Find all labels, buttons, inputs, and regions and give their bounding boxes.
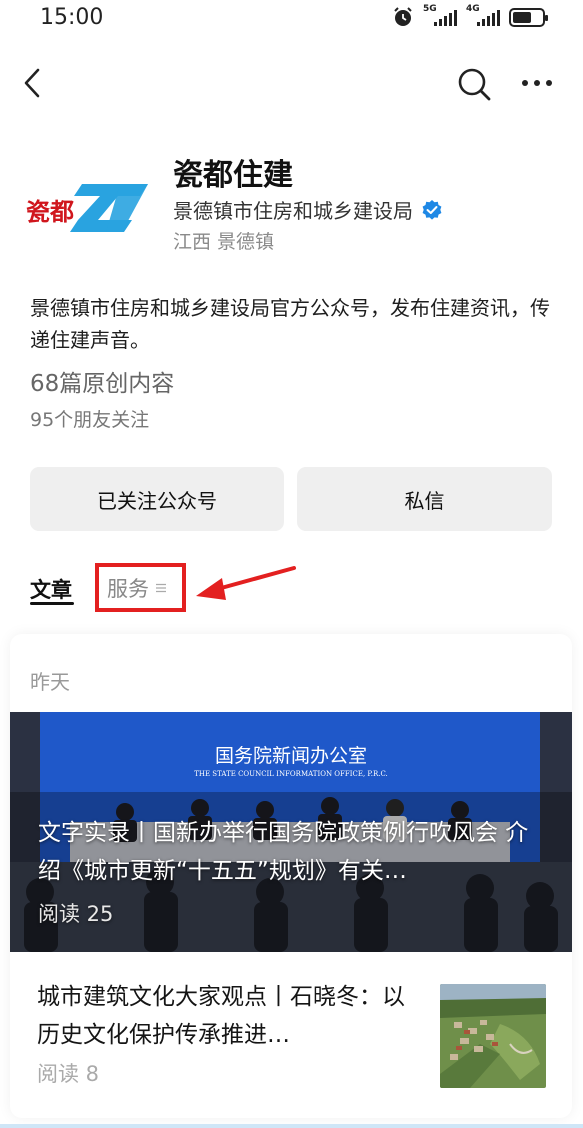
signal-5g-icon: 5G [423,4,457,28]
verified-check-icon [422,199,442,220]
account-description: 景德镇市住房和城乡建设局官方公众号，发布住建资讯，传递住建声音。 [30,296,550,352]
account-organization: 景德镇市住房和城乡建设局 [173,195,443,224]
account-name: 瓷都住建 [173,158,293,193]
status-icons: 5G 4G [392,4,548,28]
search-icon[interactable] [456,66,492,102]
tab-active-indicator [30,602,74,605]
tab-services-label: 服务 [107,576,149,601]
article-feed: 昨天 国务院新闻办公室 THE STATE COUNCIL INFORMATIO… [10,634,572,1118]
more-dots-icon[interactable] [520,68,554,98]
battery-level [513,11,532,23]
menu-lines-icon [156,583,166,592]
chevron-left-icon[interactable] [18,66,48,100]
account-logo: 瓷都 [26,184,148,232]
follow-button[interactable]: 已关注公众号 [30,467,284,531]
original-count[interactable]: 68篇原创内容 [30,364,174,398]
article-title: 文字实录丨国新办举行国务院政策例行吹风会 介绍《城市更新“十五五”规划》有关… [38,820,529,884]
message-button[interactable]: 私信 [297,467,552,531]
bottom-edge [0,1124,583,1128]
signal-4g-icon: 4G [466,4,500,28]
date-label: 昨天 [30,670,70,694]
article-card-featured[interactable]: 国务院新闻办公室 THE STATE COUNCIL INFORMATION O… [10,712,572,952]
article-read-count: 阅读 25 [38,902,114,926]
status-time: 15:00 [40,5,104,30]
article-thumbnail[interactable] [440,984,546,1088]
alarm-icon [394,7,412,26]
account-location: 江西 景德镇 [173,231,275,253]
tab-services[interactable]: 服务 [95,563,186,612]
organization-name: 景德镇市住房和城乡建设局 [173,199,413,223]
cover-banner-cn: 国务院新闻办公室 [215,745,367,767]
article-read-count: 阅读 8 [37,1062,100,1086]
logo-text: 瓷都 [26,197,74,226]
tab-articles[interactable]: 文章 [30,574,72,604]
top-nav-bar [0,50,583,116]
annotation-arrow-icon [196,566,296,600]
article-title[interactable]: 城市建筑文化大家观点丨石晓冬：以历史文化保护传承推进… [37,978,417,1054]
status-bar: 15:00 5G 4G [0,0,583,38]
cover-banner-en: THE STATE COUNCIL INFORMATION OFFICE, P.… [194,770,388,778]
friends-following[interactable]: 95个朋友关注 [30,405,149,432]
battery-icon [509,7,548,27]
